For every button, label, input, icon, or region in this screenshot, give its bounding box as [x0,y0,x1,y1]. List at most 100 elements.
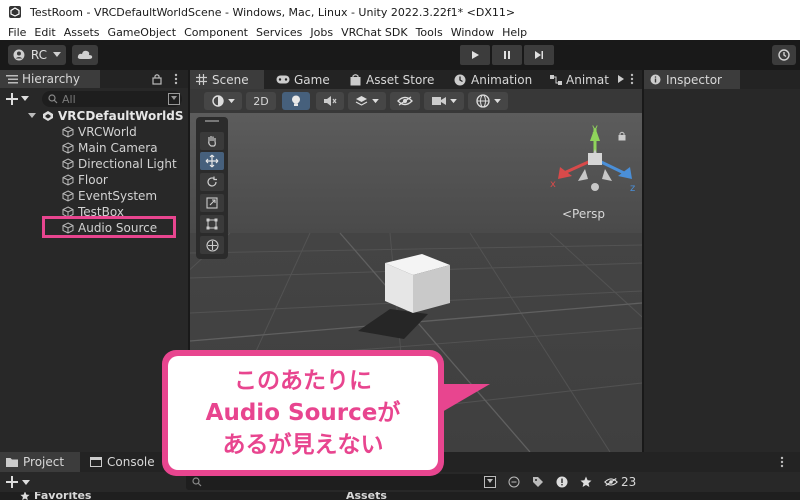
cloud-button[interactable] [72,45,98,65]
hierarchy-item-directional-light[interactable]: Directional Light [62,156,177,172]
menu-edit[interactable]: Edit [34,26,55,39]
audio-toggle-button[interactable] [316,92,344,110]
hierarchy-item-label: Main Camera [78,141,158,155]
account-button[interactable]: RC [8,45,66,65]
hidden-objects-toggle[interactable] [390,92,420,110]
chevron-down-icon[interactable] [28,113,36,119]
hierarchy-item-label: Floor [78,173,108,187]
console-icon [90,457,102,467]
rect-tool-button[interactable] [200,215,224,233]
assets-breadcrumb[interactable]: Assets [346,492,387,500]
hidden-packages-count[interactable]: 23 [604,475,636,489]
tab-console-label: Console [107,455,155,469]
shading-sphere-icon [211,95,224,107]
step-icon [535,51,543,59]
menu-assets[interactable]: Assets [64,26,100,39]
kebab-menu-icon[interactable] [780,456,784,468]
star-icon[interactable] [580,476,592,488]
plus-icon[interactable] [6,93,18,105]
divider[interactable] [642,70,644,452]
annotation-callout-body: このあたりに Audio Sourceが あるが見えない [168,356,438,470]
menu-help[interactable]: Help [502,26,527,39]
tab-scene[interactable]: Scene [190,70,264,89]
hierarchy-search-input[interactable]: All [42,91,182,107]
hierarchy-item-label: VRCWorld [78,125,137,139]
tag-icon[interactable] [532,476,544,488]
hierarchy-item-main-camera[interactable]: Main Camera [62,140,158,156]
search-icon [48,94,58,104]
hierarchy-item-vrcworld[interactable]: VRCWorld [62,124,137,140]
tab-game[interactable]: Game [270,70,340,89]
animator-icon [550,74,562,85]
speaker-muted-icon [324,96,337,106]
plus-icon[interactable] [6,476,18,488]
2d-toggle-button[interactable]: 2D [246,92,276,110]
menu-bar: File Edit Assets GameObject Component Se… [0,24,800,40]
move-tool-button[interactable] [200,152,224,170]
menu-jobs[interactable]: Jobs [310,26,333,39]
tab-hierarchy[interactable]: Hierarchy [0,70,100,88]
scene-root[interactable]: VRCDefaultWorldS [28,108,183,124]
folder-icon [6,458,18,467]
scene-name: VRCDefaultWorldS [58,109,184,123]
tab-inspector[interactable]: Inspector [644,70,740,89]
tab-asset-store[interactable]: Asset Store [344,70,442,89]
menu-tools[interactable]: Tools [416,26,443,39]
tab-project[interactable]: Project [0,452,80,472]
filter-icon[interactable] [168,93,180,105]
account-label: RC [30,48,48,62]
orientation-gizmo[interactable]: y x z [550,121,640,197]
chevron-down-icon[interactable] [21,96,29,102]
rect-transform-icon [206,218,218,230]
hierarchy-item-label: EventSystem [78,189,158,203]
filter-by-type-icon[interactable] [508,476,520,488]
persp-label[interactable]: <Persp [562,207,605,221]
menu-component[interactable]: Component [184,26,248,39]
play-button[interactable] [460,45,490,65]
step-button[interactable] [524,45,554,65]
gizmos-dropdown[interactable] [468,92,508,110]
tab-animation[interactable]: Animation [448,70,540,89]
hierarchy-item-floor[interactable]: Floor [62,172,108,188]
warning-icon[interactable] [556,476,568,488]
scale-tool-button[interactable] [200,194,224,212]
favorites-header[interactable]: Favorites [20,492,91,500]
menu-vrchat-sdk[interactable]: VRChat SDK [341,26,408,39]
menu-services[interactable]: Services [256,26,302,39]
transform-tool-button[interactable] [200,236,224,254]
tab-console[interactable]: Console [84,452,164,472]
search-by-type-icon[interactable] [484,476,496,488]
hierarchy-item-eventsystem[interactable]: EventSystem [62,188,157,204]
rotate-tool-button[interactable] [200,173,224,191]
menu-file[interactable]: File [8,26,26,39]
menu-window[interactable]: Window [451,26,494,39]
cube-icon [62,126,74,138]
lighting-toggle-button[interactable] [282,92,310,110]
unity-scene-icon [43,111,53,121]
chevron-right-icon[interactable] [618,75,624,83]
unity-logo-icon [9,6,21,18]
chevron-down-icon [372,98,379,103]
menu-gameobject[interactable]: GameObject [108,26,177,39]
chevron-down-icon [227,98,235,103]
2d-toggle-label: 2D [253,94,269,108]
kebab-menu-icon[interactable] [630,73,634,85]
grid-icon [196,74,207,85]
history-button[interactable] [772,45,796,65]
shading-mode-dropdown[interactable] [204,92,242,110]
chevron-down-icon[interactable] [22,480,30,486]
kebab-menu-icon[interactable] [174,73,178,85]
pause-button[interactable] [492,45,522,65]
lock-icon[interactable] [618,131,626,141]
effects-dropdown[interactable] [348,92,386,110]
hand-tool-button[interactable] [200,132,224,150]
tab-animator[interactable]: Animat [544,70,622,89]
hidden-count-label: 23 [621,475,637,489]
favorites-label: Favorites [34,492,92,500]
callout-line-1: このあたりに [234,368,372,394]
project-search-input[interactable] [186,474,496,490]
rotate-icon [207,176,217,187]
camera-settings-dropdown[interactable] [424,92,464,110]
chevron-down-icon [493,98,501,103]
lock-icon[interactable] [152,73,162,85]
